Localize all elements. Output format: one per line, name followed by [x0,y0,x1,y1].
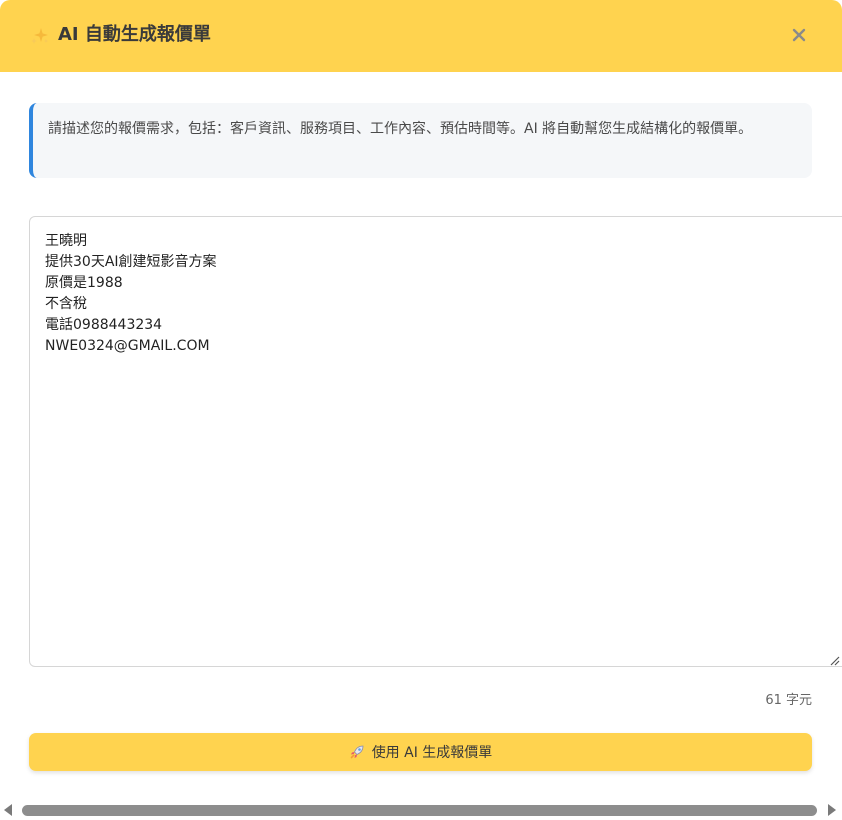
instruction-box: 請描述您的報價需求，包括：客戶資訊、服務項目、工作內容、預估時間等。AI 將自動… [29,103,812,178]
close-icon [792,28,806,42]
ai-quote-modal: AI 自動生成報價單 請描述您的報價需求，包括：客戶資訊、服務項目、工作內容、預… [0,0,842,820]
scroll-left-arrow-icon[interactable] [4,804,12,816]
modal-title: AI 自動生成報價單 [58,24,211,45]
generate-button-label: 使用 AI 生成報價單 [371,745,493,761]
close-button[interactable] [786,22,812,48]
sparkles-icon [31,28,48,44]
scroll-right-arrow-icon[interactable] [828,804,836,816]
resize-handle-icon[interactable] [829,655,840,666]
rocket-icon [350,745,364,759]
quote-requirements-input[interactable] [29,216,842,667]
scrollbar-thumb[interactable] [22,805,817,816]
generate-quote-button[interactable]: 使用 AI 生成報價單 [29,733,812,771]
char-count: 61 字元 [765,693,812,708]
modal-header: AI 自動生成報價單 [0,0,842,72]
instruction-text: 請描述您的報價需求，包括：客戶資訊、服務項目、工作內容、預估時間等。AI 將自動… [48,121,753,137]
